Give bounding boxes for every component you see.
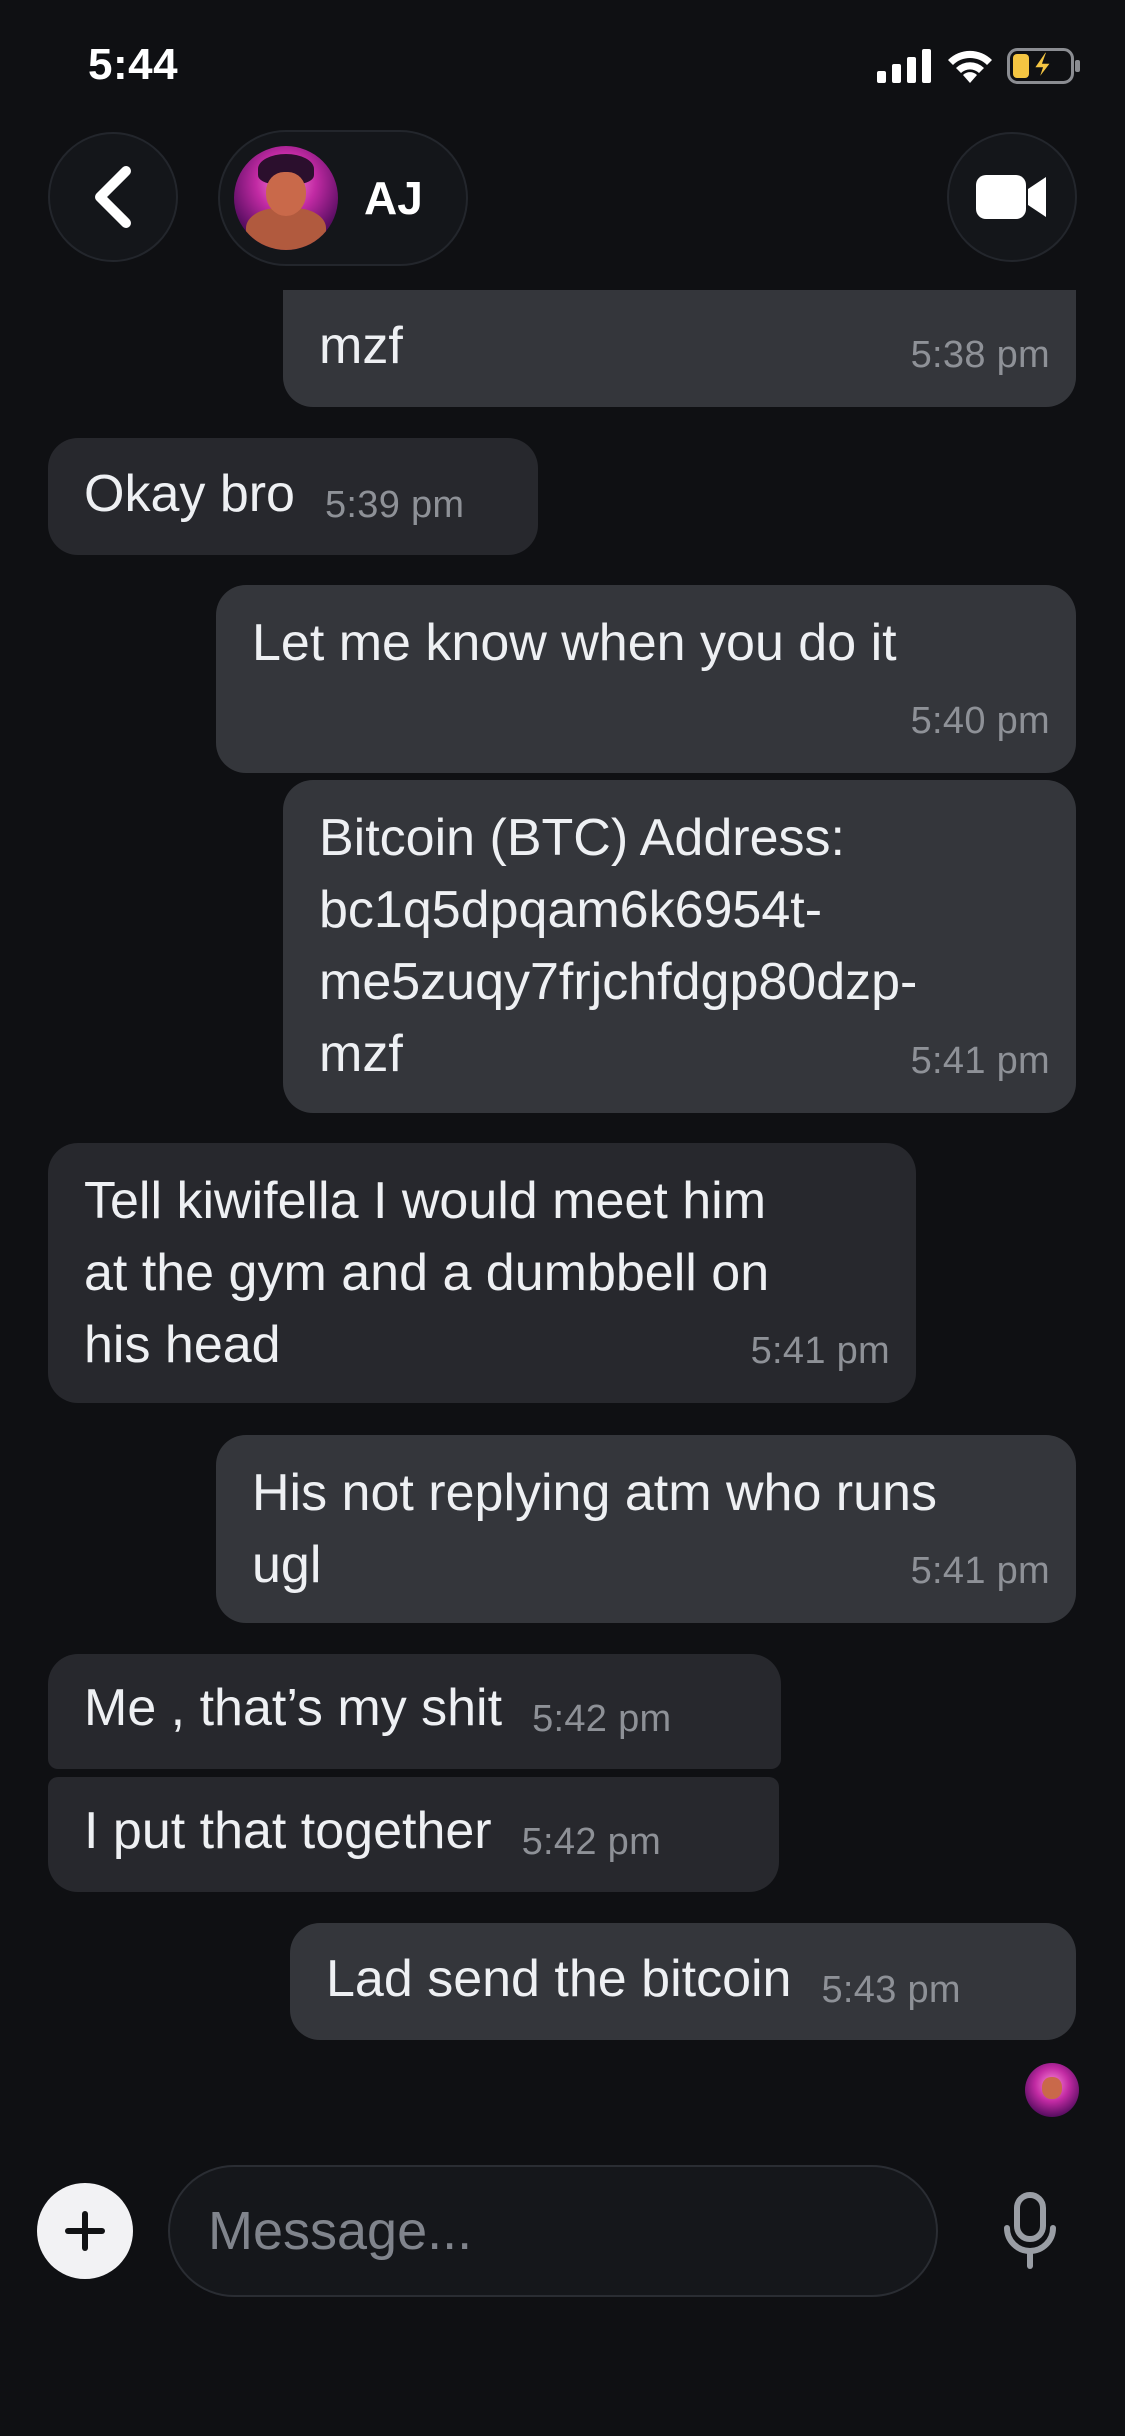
message-composer [0, 2160, 1125, 2300]
message-line: at the gym and a dumbbell on [84, 1244, 770, 1302]
message-input[interactable] [168, 2165, 938, 2297]
message-text: Let me know when you do it [252, 614, 897, 672]
message-time: 5:38 pm [910, 334, 1050, 376]
message-bubble-outgoing[interactable]: mzf 5:38 pm [283, 290, 1076, 407]
message-line: me5zuqy7frjchfdgp80dzp- [319, 953, 918, 1011]
message-time: 5:40 pm [910, 700, 1050, 742]
microphone-button[interactable] [990, 2187, 1070, 2275]
message-line: His not replying atm who runs [252, 1464, 937, 1522]
message-time: 5:41 pm [910, 1040, 1050, 1082]
message-bubble-incoming[interactable]: Me , that’s my shit 5:42 pm [48, 1654, 781, 1769]
message-text: I put that together [84, 1802, 492, 1860]
message-bubble-incoming[interactable]: I put that together 5:42 pm [48, 1777, 779, 1892]
read-receipt-avatar [1025, 2063, 1079, 2117]
message-bubble-incoming[interactable]: Tell kiwifella I would meet him at the g… [48, 1143, 916, 1403]
message-text: Okay bro [84, 465, 295, 523]
message-line: bc1q5dpqam6k6954t- [319, 881, 823, 939]
message-bubble-outgoing[interactable]: Bitcoin (BTC) Address: bc1q5dpqam6k6954t… [283, 780, 1076, 1113]
message-time: 5:39 pm [324, 484, 465, 526]
message-text: Lad send the bitcoin [326, 1950, 792, 2008]
message-bubble-outgoing[interactable]: His not replying atm who runs ugl 5:41 p… [216, 1435, 1076, 1623]
message-time: 5:41 pm [910, 1550, 1050, 1592]
message-time: 5:42 pm [521, 1821, 662, 1863]
message-bubble-outgoing[interactable]: Let me know when you do it 5:40 pm [216, 585, 1076, 773]
microphone-icon [1004, 2192, 1056, 2269]
message-time: 5:41 pm [750, 1330, 890, 1372]
message-time: 5:43 pm [821, 1969, 961, 2011]
message-time: 5:42 pm [532, 1698, 672, 1740]
plus-icon [65, 2211, 105, 2251]
message-bubble-incoming[interactable]: Okay bro 5:39 pm [48, 438, 538, 555]
message-list: mzf 5:38 pm Okay bro 5:39 pm Let me know … [0, 0, 1125, 2436]
message-bubble-outgoing[interactable]: Lad send the bitcoin 5:43 pm [290, 1923, 1076, 2040]
message-text: Me , that’s my shit [84, 1679, 503, 1737]
message-line: Bitcoin (BTC) Address: [319, 809, 845, 867]
message-line: Tell kiwifella I would meet him [84, 1172, 767, 1230]
attach-button[interactable] [37, 2183, 133, 2279]
